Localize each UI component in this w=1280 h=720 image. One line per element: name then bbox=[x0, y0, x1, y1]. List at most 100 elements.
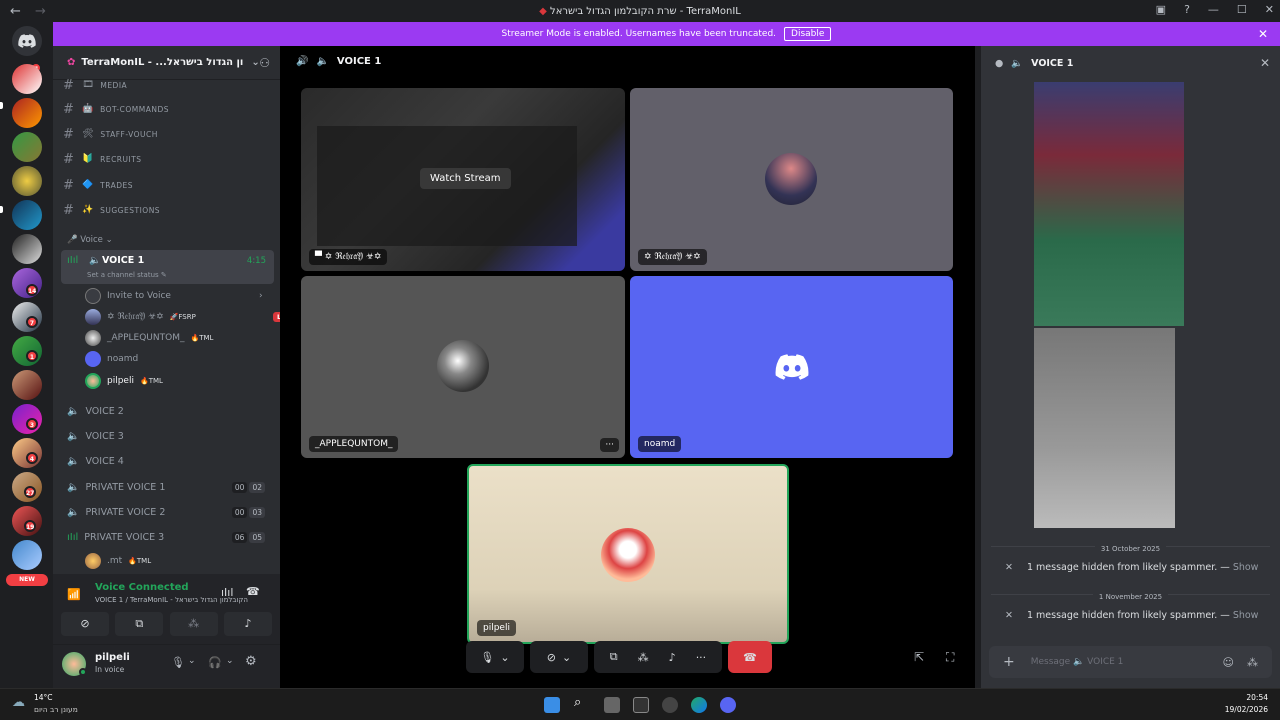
server-icon[interactable] bbox=[12, 64, 42, 94]
close-icon[interactable]: ✕ bbox=[1258, 27, 1268, 41]
participant-tile[interactable]: noamd bbox=[630, 276, 953, 458]
image-attachment[interactable] bbox=[1034, 82, 1184, 326]
message-input[interactable]: + Message 🔈 VOICE 1 ☺ ⁂ bbox=[989, 646, 1272, 678]
avatar bbox=[601, 528, 655, 582]
camera-off-button[interactable]: ⊘ bbox=[61, 612, 109, 636]
chevron-down-icon[interactable]: ⌄ bbox=[226, 656, 234, 666]
server-icon[interactable] bbox=[12, 98, 42, 128]
voice-category[interactable]: 🎤 Voice ⌄ bbox=[67, 235, 113, 245]
activities-button[interactable]: ⁂ bbox=[169, 612, 218, 636]
member-name: _APPLEQUNTOM_ bbox=[107, 333, 185, 343]
image-attachment[interactable] bbox=[1034, 328, 1175, 528]
channel-suggestions[interactable]: # ✨ SUGGESTIONS bbox=[63, 199, 275, 221]
maximize-icon[interactable]: ☐ bbox=[1237, 3, 1247, 16]
private-voice-2[interactable]: 🔈 PRIVATE VOICE 2 00 03 bbox=[63, 500, 275, 524]
soundboard-button[interactable]: ♪ bbox=[223, 612, 272, 636]
discord-home-icon[interactable] bbox=[12, 26, 42, 56]
disable-button[interactable]: Disable bbox=[784, 27, 832, 41]
headphones-icon[interactable]: 🎧 bbox=[208, 656, 222, 669]
discord-logo-icon bbox=[775, 354, 809, 383]
apps-icon[interactable]: ⁂ bbox=[1247, 656, 1258, 669]
app-icon[interactable] bbox=[633, 697, 649, 713]
server-icon[interactable] bbox=[12, 370, 42, 400]
fullscreen-icon[interactable]: ⛶ bbox=[946, 650, 954, 665]
close-window-icon[interactable]: ✕ bbox=[1265, 3, 1274, 16]
category-label: Voice bbox=[80, 235, 103, 245]
edge-icon[interactable] bbox=[691, 697, 707, 713]
notification-badge: 3 bbox=[26, 418, 38, 430]
show-link[interactable]: Show bbox=[1233, 562, 1259, 573]
close-icon[interactable]: ✕ bbox=[1005, 562, 1013, 573]
camera-button[interactable]: ⊘ ⌄ bbox=[530, 641, 588, 673]
voice-channel-label: VOICE 4 bbox=[85, 455, 124, 467]
invite-to-voice[interactable]: Invite to Voice › bbox=[85, 286, 263, 306]
app-icon[interactable] bbox=[662, 697, 678, 713]
help-icon[interactable]: ? bbox=[1184, 3, 1190, 16]
call-controls: 🎙 ⌄ ⊘ ⌄ ⧉ ⁂ ♪ ··· ☎ bbox=[466, 641, 772, 673]
search-icon[interactable]: ⌕ bbox=[574, 695, 581, 710]
activities-icon[interactable]: ⁂ bbox=[638, 651, 649, 664]
add-user-icon[interactable]: ⚇ bbox=[259, 56, 270, 70]
speaker-icon: 🔊 bbox=[296, 56, 309, 67]
inbox-icon[interactable]: ▣ bbox=[1156, 3, 1166, 16]
screen-share-button[interactable]: ⧉ bbox=[115, 612, 164, 636]
server-icon[interactable] bbox=[12, 132, 42, 162]
member-name: ✡ ℜ𝔢𝔥𝔯𝔞𝔜 ☣✡ bbox=[107, 312, 164, 322]
participant-tile[interactable]: ✡ ℜ𝔢𝔥𝔯𝔞𝔜 ☣✡ bbox=[630, 88, 953, 271]
microphone-button[interactable]: 🎙 ⌄ bbox=[466, 641, 524, 673]
gear-icon[interactable]: ⚙ bbox=[245, 654, 257, 669]
weather-icon[interactable]: ☁ bbox=[12, 695, 25, 710]
participant-tile-speaking[interactable]: pilpeli bbox=[467, 464, 789, 644]
voice-member[interactable]: .mt 🔥TML bbox=[85, 551, 151, 571]
voice-channel-label: PRIVATE VOICE 3 bbox=[84, 531, 165, 543]
screen-share-icon[interactable]: ⧉ bbox=[610, 650, 618, 664]
noise-suppression-icon[interactable]: ıIıl bbox=[221, 586, 233, 599]
soundboard-icon[interactable]: ♪ bbox=[669, 651, 676, 664]
emoji-icon[interactable]: ☺ bbox=[1223, 656, 1234, 669]
speaker-icon: 🔈 bbox=[67, 430, 80, 442]
voice-member[interactable]: pilpeli 🔥TML bbox=[85, 371, 163, 391]
voice-member[interactable]: _APPLEQUNTOM_ 🔥TML bbox=[85, 328, 213, 348]
voice-channel-3[interactable]: 🔈 VOICE 3 bbox=[63, 424, 275, 448]
speaker-icon: 🔈 bbox=[89, 255, 101, 266]
disconnect-button[interactable]: ☎ bbox=[728, 641, 772, 673]
channel-media[interactable]: # 🎞 MEDIA bbox=[63, 74, 275, 96]
active-voice-channel[interactable]: ıIıl 🔈 VOICE 1 4:15 Set a channel status… bbox=[61, 250, 274, 284]
windows-start-icon[interactable] bbox=[544, 697, 560, 713]
temperature: 14°C bbox=[34, 693, 53, 702]
stream-tile[interactable]: Watch Stream ▀ ✡ ℜ𝔢𝔥𝔯𝔞𝔜 ☣✡ bbox=[301, 88, 625, 271]
private-voice-3[interactable]: ıIıl PRIVATE VOICE 3 06 05 bbox=[63, 525, 275, 549]
private-voice-1[interactable]: 🔈 PRIVATE VOICE 1 00 02 bbox=[63, 475, 275, 499]
chevron-down-icon[interactable]: ⌄ bbox=[188, 656, 196, 666]
channel-bot-commands[interactable]: # 🤖 BOT-COMMANDS bbox=[63, 98, 275, 120]
voice-member[interactable]: ✡ ℜ𝔢𝔥𝔯𝔞𝔜 ☣✡🚀FSRPLIVE bbox=[85, 307, 298, 327]
more-options-button[interactable]: ··· bbox=[600, 438, 619, 452]
close-icon[interactable]: ✕ bbox=[1005, 610, 1013, 621]
disconnect-icon[interactable]: ☎ bbox=[246, 585, 260, 598]
more-icon[interactable]: ··· bbox=[696, 651, 707, 664]
voice-member[interactable]: noamd bbox=[85, 349, 138, 369]
channel-emoji: ✨ bbox=[82, 205, 95, 215]
watch-stream-button[interactable]: Watch Stream bbox=[420, 168, 511, 189]
server-icon[interactable] bbox=[12, 540, 42, 570]
channel-staff-vouch[interactable]: # 🛠 STAFF-VOUCH bbox=[63, 123, 275, 145]
minimize-icon[interactable]: — bbox=[1208, 3, 1219, 16]
discord-taskbar-icon[interactable] bbox=[720, 697, 736, 713]
add-attachment-icon[interactable]: + bbox=[1003, 654, 1015, 670]
server-icon[interactable] bbox=[12, 200, 42, 230]
voice-channel-4[interactable]: 🔈 VOICE 4 bbox=[63, 449, 275, 473]
voice-status[interactable]: Voice Connected bbox=[95, 582, 189, 593]
voice-channel-2[interactable]: 🔈 VOICE 2 bbox=[63, 399, 275, 423]
participant-tile[interactable]: _APPLEQUNTOM_ ··· bbox=[301, 276, 625, 458]
popout-icon[interactable]: ⇱ bbox=[914, 650, 924, 664]
close-icon[interactable]: ✕ bbox=[1260, 56, 1270, 70]
show-link[interactable]: Show bbox=[1233, 610, 1259, 621]
server-icon[interactable] bbox=[12, 234, 42, 264]
task-view-icon[interactable] bbox=[604, 697, 620, 713]
channel-recruits[interactable]: # 🔰 RECRUITS bbox=[63, 148, 275, 170]
microphone-icon[interactable]: 🎙 bbox=[171, 656, 185, 669]
channel-trades[interactable]: # 🔷 TRADES bbox=[63, 174, 275, 196]
title-bar: ← → ◆ שרת הקובלמון הגדול בישראל - TerraM… bbox=[0, 0, 1280, 22]
channel-status-link[interactable]: Set a channel status ✎ bbox=[87, 271, 167, 279]
server-icon[interactable] bbox=[12, 166, 42, 196]
